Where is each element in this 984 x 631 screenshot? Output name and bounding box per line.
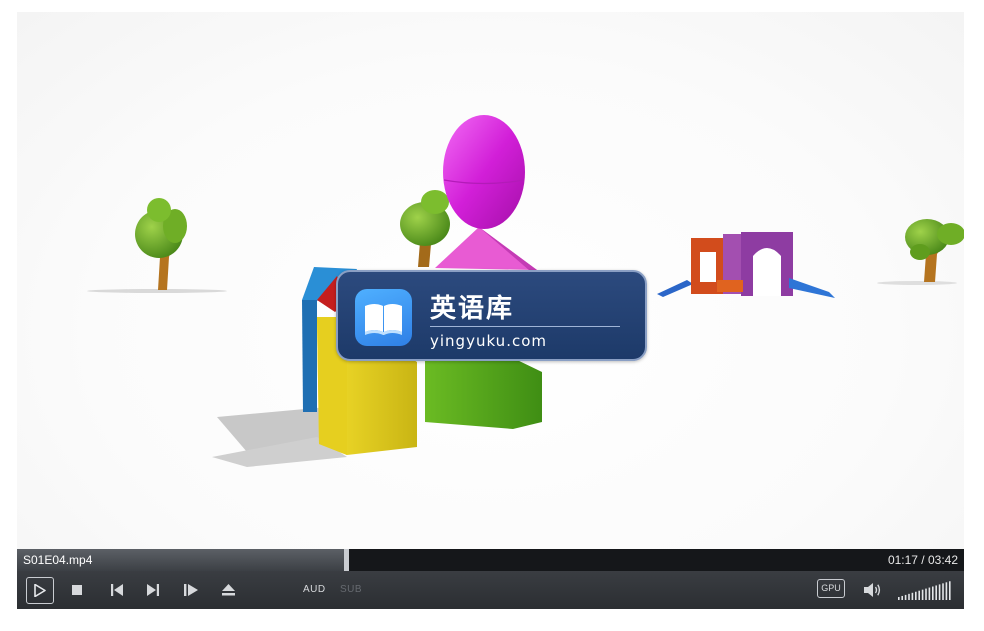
tree-left [135, 198, 187, 290]
egg [443, 115, 525, 229]
volume-bar [925, 588, 927, 600]
speaker-icon [864, 583, 881, 597]
seek-bar[interactable]: S01E04.mp4 01:17 / 03:42 [17, 549, 964, 571]
volume-bar [898, 597, 900, 600]
tree-shadow [877, 281, 957, 285]
player-control-bar: S01E04.mp4 01:17 / 03:42 AUD SUB GPU [17, 549, 964, 609]
volume-bar [908, 593, 910, 600]
block-green [425, 358, 542, 429]
volume-bar [938, 584, 941, 600]
stop-icon [72, 585, 82, 595]
volume-bar [932, 586, 934, 600]
subtitle-button[interactable]: SUB [340, 584, 362, 595]
watermark-badge: 英语库 yingyuku.com [336, 270, 647, 361]
controls-row: AUD SUB GPU [17, 571, 964, 609]
playground [657, 232, 835, 298]
volume-bar [949, 581, 951, 600]
frame-step-button[interactable] [178, 577, 204, 603]
time-display: 01:17 / 03:42 [887, 553, 958, 567]
file-name: S01E04.mp4 [23, 553, 93, 567]
volume-bar [921, 589, 924, 600]
watermark-divider [430, 326, 620, 327]
volume-bar [942, 583, 944, 600]
frame-step-icon [184, 584, 198, 596]
volume-bar [911, 592, 914, 600]
open-book-icon [355, 289, 412, 346]
eject-button[interactable] [215, 577, 241, 603]
tree-right [905, 219, 964, 282]
seek-handle[interactable] [344, 549, 349, 571]
volume-bar [904, 594, 907, 600]
watermark-title: 英语库 [430, 294, 515, 324]
volume-bar [928, 587, 931, 600]
gpu-button[interactable]: GPU [817, 579, 845, 598]
tree-middle [400, 190, 450, 267]
volume-bar [918, 590, 920, 600]
mute-button[interactable] [860, 577, 886, 603]
eject-icon [221, 584, 235, 596]
volume-bar [901, 595, 903, 600]
stop-button[interactable] [64, 577, 90, 603]
next-button[interactable] [140, 577, 166, 603]
player-window: 英语库 yingyuku.com S01E04.mp4 01:17 / 03:4… [0, 0, 984, 631]
volume-bar [915, 591, 917, 600]
watermark-url: yingyuku.com [430, 332, 547, 350]
volume-bar [935, 585, 937, 600]
audio-track-button[interactable]: AUD [303, 584, 326, 595]
play-icon [34, 584, 46, 597]
skip-previous-icon [111, 584, 123, 596]
previous-button[interactable] [104, 577, 130, 603]
volume-bar [945, 582, 948, 600]
volume-slider[interactable] [897, 579, 953, 601]
play-button[interactable] [26, 577, 54, 604]
tree-shadow [87, 289, 227, 293]
skip-next-icon [147, 584, 159, 596]
